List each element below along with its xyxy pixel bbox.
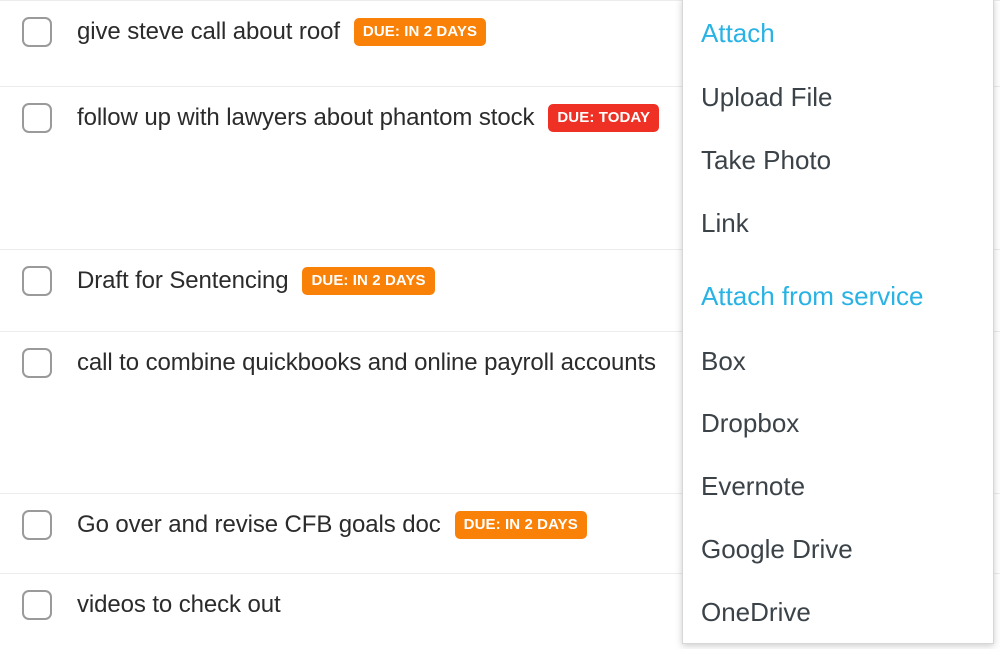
task-title: Draft for Sentencing xyxy=(77,267,289,294)
due-date-badge: DUE: TODAY xyxy=(548,104,660,132)
attach-menu-dropdown[interactable]: Attach Upload File Take Photo Link Attach fr… xyxy=(682,0,994,644)
task-title: Go over and revise CFB goals doc xyxy=(77,511,441,538)
due-date-badge: DUE: IN 2 DAYS xyxy=(353,18,487,46)
task-checkbox[interactable] xyxy=(22,266,52,296)
attach-menu-item[interactable]: Evernote xyxy=(701,471,805,501)
attach-menu-section-heading: Attach xyxy=(701,18,775,48)
attach-menu-inner: Attach Upload File Take Photo Link Attach fr… xyxy=(683,0,993,643)
attach-menu-item[interactable]: Box xyxy=(701,346,746,376)
due-date-badge: DUE: IN 2 DAYS xyxy=(454,511,587,539)
task-row-content: follow up with lawyers about phantom sto… xyxy=(22,103,660,133)
task-checkbox[interactable] xyxy=(22,348,52,378)
task-row-content: videos to check out xyxy=(22,590,281,620)
task-title: videos to check out xyxy=(77,591,281,618)
task-checkbox[interactable] xyxy=(22,510,52,540)
attach-menu-item[interactable]: Link xyxy=(701,208,749,238)
task-checkbox[interactable] xyxy=(22,17,52,47)
attach-menu-item[interactable]: OneDrive xyxy=(701,597,811,627)
attach-menu-item[interactable]: Upload File xyxy=(701,82,833,112)
task-row-content: give steve call about roof DUE: IN 2 DAYS xyxy=(22,17,487,47)
task-checkbox[interactable] xyxy=(22,590,52,620)
attach-menu-item[interactable]: Take Photo xyxy=(701,145,831,175)
task-checkbox[interactable] xyxy=(22,103,52,133)
task-title: call to combine quickbooks and online pa… xyxy=(77,349,656,376)
task-title: follow up with lawyers about phantom sto… xyxy=(77,104,535,131)
task-row-content: Go over and revise CFB goals doc DUE: IN … xyxy=(22,510,587,540)
due-date-badge: DUE: IN 2 DAYS xyxy=(302,267,435,295)
task-row-content: call to combine quickbooks and online pa… xyxy=(22,348,656,378)
attach-menu-item[interactable]: Dropbox xyxy=(701,408,799,438)
attach-menu-section-heading: Attach from service xyxy=(701,281,924,311)
attach-menu-item[interactable]: Google Drive xyxy=(701,534,853,564)
task-title: give steve call about roof xyxy=(77,18,340,45)
task-row-content: Draft for Sentencing DUE: IN 2 DAYS xyxy=(22,266,435,296)
